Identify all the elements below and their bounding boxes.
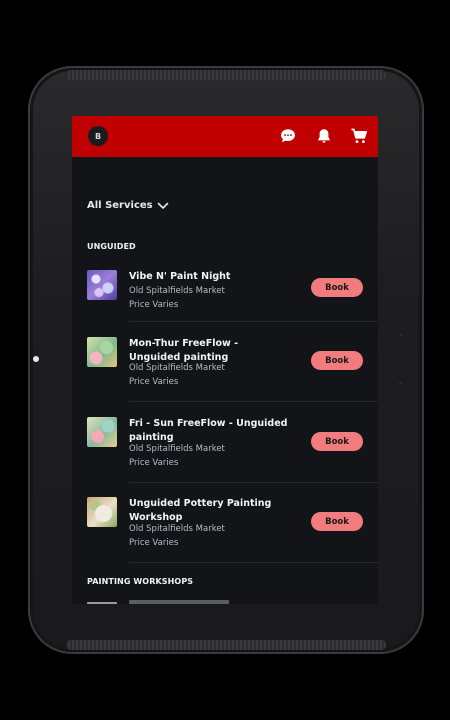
divider [129,482,378,483]
service-location: Old Spitalfields Market [129,363,225,373]
partial-list-item-title [129,600,229,604]
service-location: Old Spitalfields Market [129,444,225,454]
sensor-dot [399,334,402,337]
section-header-painting-workshops: PAINTING WORKSHOPS [87,577,194,586]
service-location: Old Spitalfields Market [129,524,225,534]
service-location: Old Spitalfields Market [129,286,225,296]
filter-label: All Services [87,200,153,211]
sensor-dot [399,382,402,385]
section-header-unguided: UNGUIDED [87,242,136,251]
avatar[interactable]: B [88,126,108,146]
service-title: Mon-Thur FreeFlow - Unguided painting [129,338,239,363]
services-filter-dropdown[interactable]: All Services [87,200,169,211]
chevron-down-icon [157,202,168,209]
service-thumbnail [87,337,117,367]
top-app-bar: B [72,116,378,157]
service-price: Price Varies [129,377,179,387]
service-title: Fri - Sun FreeFlow - Unguided painting [129,418,288,443]
service-price: Price Varies [129,538,179,548]
service-price: Price Varies [129,300,179,310]
service-price: Price Varies [129,458,179,468]
service-thumbnail [87,417,117,447]
front-camera [33,356,39,362]
top-speaker-grille [66,70,386,80]
service-title: Unguided Pottery Painting Workshop [129,498,272,523]
book-button[interactable]: Book [311,351,363,370]
divider [129,401,378,402]
divider [129,321,378,322]
book-button[interactable]: Book [311,432,363,451]
partial-list-item-thumbnail [87,602,117,604]
service-thumbnail [87,270,117,300]
chat-bubble-icon[interactable] [279,127,297,145]
service-title: Vibe N' Paint Night [129,271,231,282]
app-screen: B All Services UNGUIDED Vibe N' Paint Ni… [72,116,378,604]
divider [129,562,378,563]
cart-icon[interactable] [350,127,368,145]
book-button[interactable]: Book [311,278,363,297]
book-button[interactable]: Book [311,512,363,531]
service-thumbnail [87,497,117,527]
bell-icon[interactable] [315,127,333,145]
bottom-speaker-grille [66,640,386,650]
